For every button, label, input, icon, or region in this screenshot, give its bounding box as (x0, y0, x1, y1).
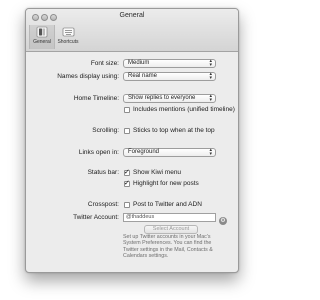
tab-general-label: General (33, 39, 51, 45)
crosspost-label: Crosspost: (87, 201, 119, 208)
tab-shortcuts[interactable]: Shortcuts (54, 25, 82, 49)
names-display-select[interactable]: Real name ▴ ▾ (123, 72, 216, 81)
home-timeline-label: Home Timeline: (73, 95, 119, 102)
links-open-in-select[interactable]: Foreground ▴ ▾ (123, 148, 216, 157)
home-timeline-value: Show replies to everyone (128, 95, 196, 101)
highlight-new-posts-checkbox[interactable] (124, 179, 130, 187)
popup-arrows-icon: ▴ ▾ (209, 58, 212, 68)
links-open-in-value: Foreground (128, 149, 160, 155)
window-title: General (119, 12, 145, 19)
links-open-in-label: Links open in: (78, 149, 119, 156)
font-size-select[interactable]: Medium ▴ ▾ (123, 59, 216, 68)
font-size-value: Medium (128, 60, 150, 66)
status-bar-label: Status bar: (87, 169, 119, 176)
preferences-window: General General Shortcuts Font size: Med… (25, 8, 239, 273)
keyboard-icon (62, 27, 74, 37)
popup-arrows-icon: ▴ ▾ (209, 71, 212, 81)
tab-shortcuts-label: Shortcuts (57, 39, 79, 45)
help-text: Set up Twitter accounts in your Mac's Sy… (123, 234, 213, 260)
sticks-to-top-label: Sticks to top when at the top (133, 127, 215, 134)
include-mentions-checkbox[interactable] (124, 107, 130, 113)
show-kiwi-menu-label: Show Kiwi menu (133, 169, 182, 176)
scrolling-label: Scrolling: (92, 127, 119, 134)
home-timeline-select[interactable]: Show replies to everyone ▴ ▾ (123, 94, 216, 103)
names-display-label: Names display using: (57, 73, 119, 80)
popup-arrows-icon: ▴ ▾ (209, 93, 212, 103)
font-size-label: Font size: (90, 60, 119, 67)
highlight-new-posts-label: Highlight for new posts (133, 180, 199, 187)
show-kiwi-menu-checkbox[interactable] (124, 168, 130, 176)
include-mentions-label: Includes mentions (unified timeline) (133, 106, 235, 113)
sticks-to-top-checkbox[interactable] (124, 128, 130, 134)
twitter-account-field[interactable]: @thaddeus (123, 213, 216, 222)
crosspost-option-label: Post to Twitter and ADN (133, 201, 202, 208)
names-display-value: Real name (128, 73, 158, 79)
crosspost-checkbox[interactable] (124, 202, 130, 208)
toolbar: General General Shortcuts (26, 9, 238, 52)
toggle-switch-icon (36, 26, 48, 38)
tab-general[interactable]: General (29, 25, 55, 49)
twitter-account-label: Twitter Account: (73, 214, 119, 221)
gear-icon[interactable]: ⚙ (219, 217, 227, 225)
popup-arrows-icon: ▴ ▾ (209, 147, 212, 157)
select-account-button[interactable]: Select Account (144, 225, 198, 234)
